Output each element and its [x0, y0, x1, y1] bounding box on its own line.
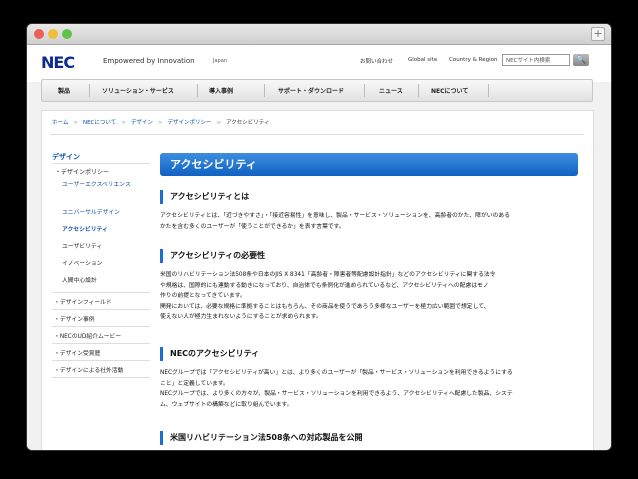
- breadcrumb-about[interactable]: NECについて: [83, 120, 116, 126]
- breadcrumb-chevron-icon: >: [121, 120, 126, 126]
- sidebar-item-ud-movie[interactable]: ・NECのUD紹介ムービー: [54, 331, 121, 340]
- section-body-nec-accessibility: NECグループでは「アクセシビリティが高い」とは、より多くのユーザーが「製品・サ…: [160, 368, 578, 410]
- search-icon: 🔍: [576, 55, 586, 64]
- text-line: 使えない人が極力生まれないようにすることが求められます。: [160, 314, 322, 320]
- zoom-window-button[interactable]: [62, 29, 72, 39]
- sidebar-title[interactable]: デザイン: [52, 152, 80, 162]
- nav-divider: [488, 84, 489, 97]
- nav-about-nec[interactable]: NECについて: [431, 86, 468, 95]
- global-nav: 製品 ソリューション・サービス 導入事例 サポート・ダウンロード ニュース NE…: [41, 79, 593, 102]
- sidebar-item-accessibility[interactable]: アクセシビリティ: [62, 226, 142, 235]
- global-site-link[interactable]: Global site: [408, 57, 437, 63]
- text-line: かたを含む多くのユーザーが「使うことができるか」を表す言葉です。: [160, 223, 345, 230]
- contact-link[interactable]: お問い合わせ: [360, 57, 393, 65]
- breadcrumb-home[interactable]: ホーム: [52, 120, 68, 126]
- country-region-link[interactable]: Country & Region: [449, 57, 497, 63]
- nav-support[interactable]: サポート・ダウンロード: [278, 86, 344, 95]
- site-search-input[interactable]: NECサイト内検索: [502, 54, 570, 66]
- section-heading-what-is: アクセシビリティとは: [160, 190, 578, 204]
- site-header: NEC Empowered by Innovation Japan お問い合わせ…: [27, 45, 611, 82]
- breadcrumb-chevron-icon: >: [73, 120, 78, 126]
- nav-divider: [197, 84, 198, 97]
- nav-divider: [364, 84, 365, 97]
- nav-divider: [264, 84, 265, 97]
- text-line: アクセシビリティとは、「近づきやすさ」・「接近容易性」を意味し、製品・サービス・…: [160, 213, 510, 219]
- sidebar-item-label: デザインによる社外活動: [59, 368, 124, 374]
- region-label: Japan: [213, 58, 227, 64]
- content-area: ホーム > NECについて > デザイン > デザインポリシー > アクセシビリティ デザイン …: [41, 110, 594, 450]
- text-line: 作りの前提となってきています。: [160, 293, 246, 299]
- sidebar-item-innovation[interactable]: イノベーション: [62, 260, 142, 269]
- breadcrumb: ホーム > NECについて > デザイン > デザインポリシー > アクセシビリティ: [52, 118, 269, 126]
- web-page: NEC Empowered by Innovation Japan お問い合わせ…: [27, 45, 611, 450]
- section-body-necessity: 米国のリハビリテーション法508条や日本のJIS X 8341「高齢者・障害者等…: [160, 270, 578, 323]
- breadcrumb-chevron-icon: >: [157, 120, 163, 126]
- search-button[interactable]: 🔍: [573, 54, 589, 66]
- sidebar-item-design-field[interactable]: ・デザインフィールド: [54, 297, 112, 306]
- sidebar-item-usability[interactable]: ユーザビリティ: [62, 243, 142, 252]
- section-heading-508: 米国リハビリテーション法508条への対応製品を公開: [160, 431, 578, 445]
- text-line: や規格は、国際的にも連動する動きになっており、自治体でも条例化が進められているな…: [160, 282, 489, 289]
- breadcrumb-design-policy[interactable]: デザインポリシー: [167, 120, 211, 126]
- text-line: 米国のリハビリテーション法508条や日本のJIS X 8341「高齢者・障害者等…: [160, 272, 496, 278]
- nav-products[interactable]: 製品: [58, 86, 70, 95]
- sidebar-divider: [52, 377, 150, 378]
- nav-divider: [89, 84, 90, 97]
- nav-divider: [418, 84, 419, 97]
- sidebar-item-user-experience[interactable]: ユーザーエクスペリエンス: [62, 181, 142, 190]
- new-tab-plus-icon[interactable]: +: [591, 27, 605, 41]
- tagline: Empowered by Innovation: [103, 57, 195, 65]
- text-line: NECグループでは、より多くの方々が、製品・サービス・ソリューションを利用できる…: [160, 391, 513, 397]
- section-body-what-is: アクセシビリティとは、「近づきやすさ」・「接近容易性」を意味し、製品・サービス・…: [160, 211, 578, 232]
- sidebar-item-external-activities[interactable]: ・デザインによる社外活動: [54, 365, 123, 374]
- text-line: 開発においては、必要な規格に準拠することはもちろん、その商品を使うであろう多様な…: [160, 303, 490, 310]
- sidebar-divider: [52, 326, 150, 327]
- sidebar-divider: [52, 309, 150, 310]
- divider: [50, 134, 584, 135]
- sidebar-item-label: デザイン受賞歴: [59, 351, 101, 357]
- breadcrumb-current: アクセシビリティ: [226, 120, 270, 126]
- sidebar-divider: [52, 360, 150, 361]
- title-bar: +: [27, 24, 611, 45]
- section-heading-nec-accessibility: NECのアクセシビリティ: [160, 347, 578, 361]
- breadcrumb-chevron-icon: >: [216, 120, 222, 126]
- text-line: NECグループでは「アクセシビリティが高い」とは、より多くのユーザーが「製品・サ…: [160, 370, 513, 376]
- page-title: アクセシビリティ: [160, 153, 578, 176]
- nav-news[interactable]: ニュース: [379, 86, 403, 95]
- nav-solutions[interactable]: ソリューション・サービス: [102, 86, 174, 95]
- section-heading-necessity: アクセシビリティの必要性: [160, 249, 578, 263]
- sidebar-item-label: デザインフィールド: [59, 300, 112, 306]
- sidebar-item-design-cases[interactable]: ・デザイン事例: [54, 314, 95, 323]
- sidebar-item-hcd[interactable]: 人間中心設計: [62, 277, 142, 286]
- text-line: こと」と定義しています。: [160, 380, 229, 387]
- sidebar-item-label: NECのUD紹介ムービー: [59, 334, 122, 340]
- sidebar-item-label: デザイン事例: [59, 317, 95, 323]
- close-window-button[interactable]: [34, 29, 44, 39]
- sidebar-item-awards[interactable]: ・デザイン受賞歴: [54, 348, 100, 357]
- minimize-window-button[interactable]: [48, 29, 58, 39]
- sidebar-group-design-policy[interactable]: ・デザインポリシー: [55, 167, 109, 176]
- browser-window: + NEC Empowered by Innovation Japan お問い合…: [27, 24, 611, 450]
- sidebar-item-universal-design[interactable]: ユニバーサルデザイン: [62, 209, 142, 218]
- nav-case-studies[interactable]: 導入事例: [209, 86, 233, 95]
- breadcrumb-design[interactable]: デザイン: [131, 120, 153, 126]
- nec-logo[interactable]: NEC: [41, 53, 75, 72]
- sidebar-divider: [52, 343, 150, 344]
- text-line: ム、ウェブサイトの構築などに取り組んでいます。: [160, 401, 293, 408]
- sidebar-divider: [52, 292, 150, 293]
- sidebar-divider: [52, 163, 150, 164]
